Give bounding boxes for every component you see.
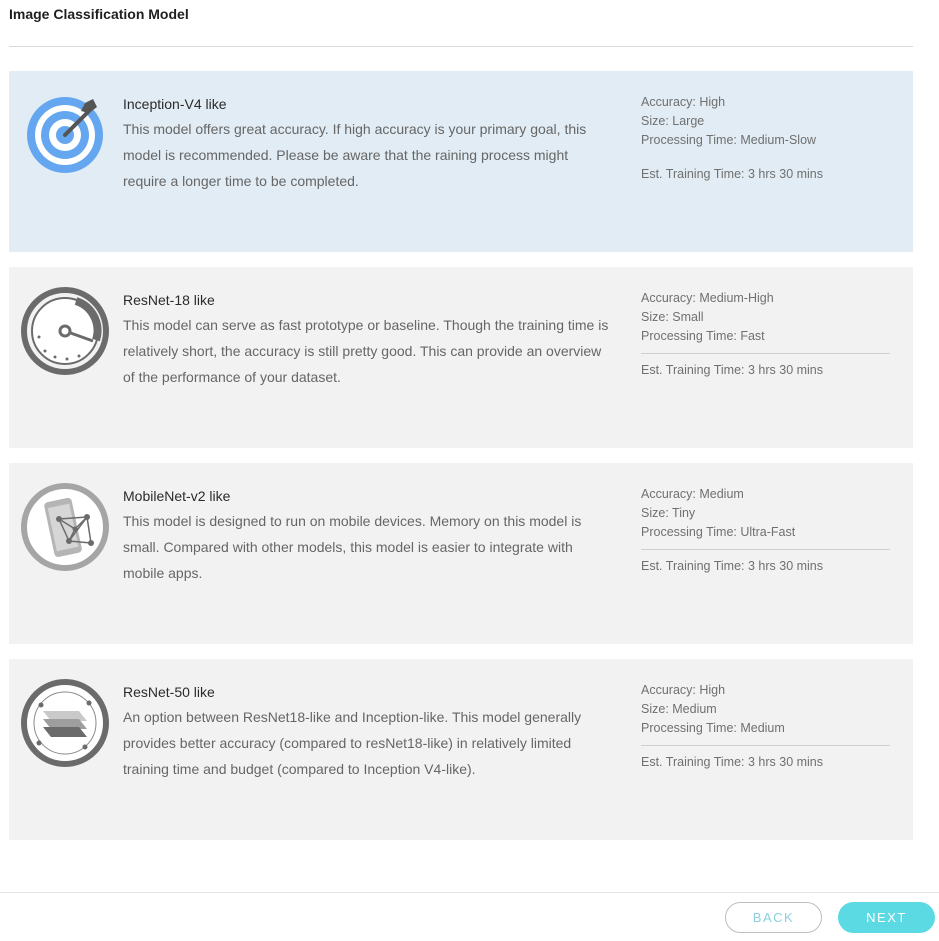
training-time-value: Est. Training Time: 3 hrs 30 mins bbox=[641, 755, 824, 769]
title-divider bbox=[9, 46, 913, 47]
model-name: ResNet-50 like bbox=[123, 684, 215, 700]
processing-time-value: Processing Time: Fast bbox=[641, 329, 765, 343]
specs-divider bbox=[641, 549, 890, 550]
specs-divider bbox=[641, 745, 890, 746]
accuracy-value: Accuracy: Medium bbox=[641, 487, 744, 501]
model-name: Inception-V4 like bbox=[123, 96, 227, 112]
model-card-resnet-50[interactable]: ResNet-50 like An option between ResNet1… bbox=[9, 659, 913, 840]
specs-divider bbox=[641, 157, 890, 158]
model-specs: Accuracy: Medium Size: Tiny Processing T… bbox=[641, 485, 890, 576]
back-button[interactable]: BACK bbox=[725, 902, 822, 933]
training-time-value: Est. Training Time: 3 hrs 30 mins bbox=[641, 559, 824, 573]
next-button[interactable]: NEXT bbox=[838, 902, 935, 933]
model-name: ResNet-18 like bbox=[123, 292, 215, 308]
model-description: This model offers great accuracy. If hig… bbox=[123, 121, 587, 189]
size-value: Size: Large bbox=[641, 114, 705, 128]
processing-time-value: Processing Time: Ultra-Fast bbox=[641, 525, 796, 539]
processing-time-value: Processing Time: Medium-Slow bbox=[641, 133, 817, 147]
model-name: MobileNet-v2 like bbox=[123, 488, 231, 504]
processing-time-value: Processing Time: Medium bbox=[641, 721, 785, 735]
model-card-inception-v4[interactable]: Inception-V4 like This model offers grea… bbox=[9, 71, 913, 252]
accuracy-value: Accuracy: High bbox=[641, 683, 726, 697]
model-specs: Accuracy: High Size: Medium Processing T… bbox=[641, 681, 890, 772]
target-icon bbox=[19, 89, 111, 181]
size-value: Size: Medium bbox=[641, 702, 717, 716]
specs-divider bbox=[641, 353, 890, 354]
training-time-value: Est. Training Time: 3 hrs 30 mins bbox=[641, 167, 824, 181]
model-card-mobilenet-v2[interactable]: MobileNet-v2 like This model is designed… bbox=[9, 463, 913, 644]
model-description: An option between ResNet18-like and Ince… bbox=[123, 709, 582, 777]
model-description: This model is designed to run on mobile … bbox=[123, 513, 582, 581]
model-card-resnet-18[interactable]: ResNet-18 like This model can serve as f… bbox=[9, 267, 913, 448]
speedometer-icon bbox=[19, 285, 111, 377]
size-value: Size: Small bbox=[641, 310, 704, 324]
layers-icon bbox=[19, 677, 111, 769]
model-description: This model can serve as fast prototype o… bbox=[123, 317, 609, 385]
accuracy-value: Accuracy: Medium-High bbox=[641, 291, 774, 305]
size-value: Size: Tiny bbox=[641, 506, 696, 520]
page-title: Image Classification Model bbox=[9, 6, 189, 22]
accuracy-value: Accuracy: High bbox=[641, 95, 726, 109]
training-time-value: Est. Training Time: 3 hrs 30 mins bbox=[641, 363, 824, 377]
model-specs: Accuracy: Medium-High Size: Small Proces… bbox=[641, 289, 890, 380]
mobile-network-icon bbox=[19, 481, 111, 573]
footer-divider bbox=[0, 892, 939, 893]
model-specs: Accuracy: High Size: Large Processing Ti… bbox=[641, 93, 890, 184]
